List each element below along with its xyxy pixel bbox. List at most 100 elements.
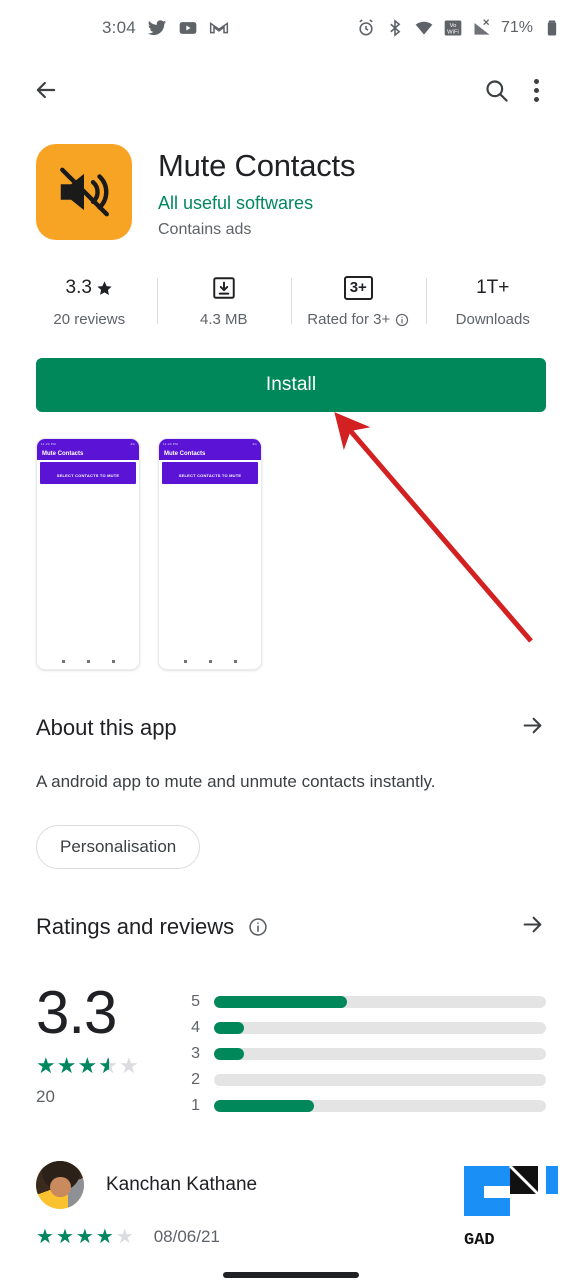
ratings-heading: Ratings and reviews (36, 913, 235, 939)
screenshot-cta-button: SELECT CONTACTS TO MUTE (162, 462, 258, 484)
rating-bar-track (214, 995, 546, 1008)
app-title: Mute Contacts (158, 148, 356, 183)
rating-bar-label: 5 (191, 992, 200, 1010)
play-store-app-page: 3:04 Vo WiFi 71% Mute Contacts All usefu… (0, 0, 582, 1286)
ratings-total-count: 20 (36, 1086, 55, 1106)
back-button[interactable] (26, 70, 66, 110)
about-section: About this app A android app to mute and… (0, 712, 582, 869)
avatar-face (50, 1176, 71, 1198)
screenshot-status-left: 11:24 PM (163, 441, 179, 446)
rating-bar-label: 4 (191, 1018, 200, 1036)
stat-rating-label: 20 reviews (53, 311, 126, 328)
stat-content-rating[interactable]: 3+ Rated for 3+ (291, 274, 426, 328)
avatar (36, 1160, 84, 1209)
stat-size-icon-row (211, 274, 237, 302)
vowifi-icon: VoWiFi (444, 20, 462, 36)
stat-rating-value: 3.3 (65, 277, 92, 298)
alarm-icon (359, 19, 373, 36)
stat-rating[interactable]: 3.3 20 reviews (22, 274, 157, 328)
app-header: Mute Contacts All useful softwares Conta… (0, 124, 582, 240)
app-developer[interactable]: All useful softwares (158, 193, 355, 214)
stat-downloads-value: 1T+ (476, 277, 510, 298)
screenshot-status-right: 4G (130, 441, 135, 446)
install-section: Install (0, 328, 582, 412)
rating-bar-track (214, 1099, 546, 1112)
star-empty-icon: ★ (118, 1052, 140, 1078)
star-icon (97, 280, 112, 295)
battery-icon (547, 20, 557, 36)
screenshot-status-bar: 11:24 PM 4G (159, 439, 261, 448)
screenshot-app-title: Mute Contacts (164, 451, 206, 457)
status-time: 3:04 (102, 18, 136, 37)
stat-content-rating-label: Rated for 3+ (307, 311, 391, 328)
rating-bar-row-2: 2 (190, 1067, 546, 1093)
ratings-header[interactable]: Ratings and reviews (36, 911, 546, 943)
rating-bar-label: 1 (191, 1096, 200, 1114)
watermark-label: GAD (464, 1231, 495, 1250)
rating-bar-label: 3 (191, 1044, 200, 1062)
category-tag-personalisation[interactable]: Personalisation (36, 824, 201, 869)
stat-downloads: 1T+ Downloads (425, 274, 561, 328)
stat-size: 4.3 MB (156, 274, 292, 328)
screenshot-thumbnail[interactable]: 11:24 PM 4G Mute Contacts SELECT CONTACT… (36, 438, 140, 670)
screenshot-cta-label: SELECT CONTACTS TO MUTE (178, 473, 242, 478)
screenshot-app-bar: Mute Contacts (37, 448, 139, 460)
about-header[interactable]: About this app (36, 712, 546, 744)
stat-rating-value-row: 3.3 (66, 274, 113, 302)
screenshot-cta-button: SELECT CONTACTS TO MUTE (40, 462, 136, 484)
rating-bar-fill (214, 995, 347, 1008)
star-empty-icon: ★ (115, 1225, 136, 1248)
rating-bar-row-3: 3 (190, 1041, 546, 1067)
status-bar: 3:04 Vo WiFi 71% (0, 0, 582, 56)
stat-content-rating-badge-row: 3+ (343, 274, 373, 302)
gmail-icon (209, 21, 228, 34)
status-bar-right: Vo WiFi 71% (356, 18, 562, 38)
ratings-star-row: ★★★★ ★ (36, 1052, 166, 1078)
rating-bar-track (214, 1073, 546, 1086)
stat-downloads-label: Downloads (455, 311, 530, 328)
more-vertical-icon (533, 78, 539, 102)
arrow-right-icon (523, 717, 542, 734)
info-icon[interactable] (395, 313, 409, 327)
about-heading: About this app (36, 715, 177, 740)
ratings-info-button[interactable] (248, 917, 268, 937)
rating-bar-fill (214, 1099, 314, 1112)
star-filled-icon: ★ (77, 1052, 99, 1078)
star-filled-icon: ★ (55, 1225, 76, 1248)
star-filled-icon: ★ (56, 1052, 78, 1078)
rating-bar-row-4: 4 (190, 1015, 546, 1041)
app-stats-row: 3.3 20 reviews 4.3 MB 3+ Rated for 3+ 1T… (22, 274, 560, 328)
screenshot-cta-label: SELECT CONTACTS TO MUTE (56, 473, 120, 478)
gesture-nav-bar[interactable] (223, 1272, 359, 1278)
screenshot-app-bar: Mute Contacts (159, 448, 261, 460)
app-icon (36, 144, 132, 240)
app-ads-notice: Contains ads (158, 220, 252, 238)
screenshots-carousel[interactable]: 11:24 PM 4G Mute Contacts SELECT CONTACT… (0, 412, 582, 670)
search-button[interactable] (476, 70, 516, 110)
screenshot-nav-bar (37, 653, 139, 669)
star-half-icon: ★ (98, 1054, 119, 1077)
install-button[interactable]: Install (36, 358, 546, 412)
svg-text:Vo: Vo (450, 23, 457, 29)
ratings-arrow-button[interactable] (519, 911, 546, 943)
overflow-menu-button[interactable] (516, 70, 556, 110)
info-icon (249, 917, 267, 936)
mute-speaker-icon (60, 167, 109, 217)
about-arrow-button[interactable] (519, 712, 546, 744)
watermark-logo: GAD (464, 1164, 558, 1250)
content-rating-badge: 3+ (343, 276, 373, 300)
star-filled-icon: ★ (75, 1225, 96, 1248)
ratings-histogram: 5 4 3 2 1 (190, 979, 546, 1119)
back-arrow-icon (36, 81, 56, 99)
review-date: 08/06/21 (153, 1226, 220, 1246)
rating-bar-fill (214, 1021, 244, 1034)
rating-bar-label: 2 (191, 1070, 200, 1088)
ratings-average-score: 3.3 (36, 978, 117, 1046)
youtube-icon (179, 22, 197, 34)
app-meta: Mute Contacts All useful softwares Conta… (158, 144, 355, 240)
screenshot-thumbnail[interactable]: 11:24 PM 4G Mute Contacts SELECT CONTACT… (158, 438, 262, 670)
star-filled-icon: ★ (36, 1052, 57, 1078)
screenshot-app-title: Mute Contacts (42, 451, 84, 457)
star-filled-icon: ★ (36, 1225, 56, 1248)
stat-size-label: 4.3 MB (199, 311, 248, 328)
